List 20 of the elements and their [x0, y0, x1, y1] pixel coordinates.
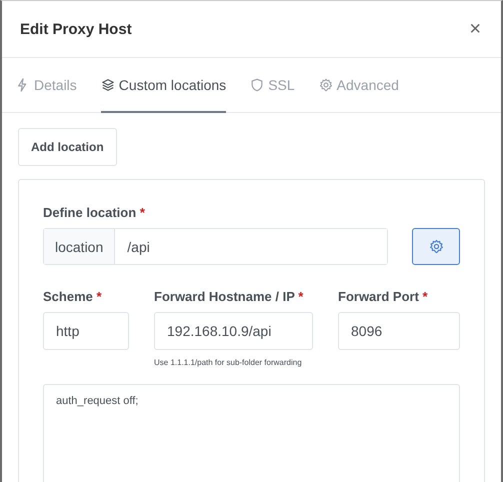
tab[interactable]: Custom locations [100, 58, 226, 113]
input-field[interactable]: http [43, 312, 129, 350]
config-textarea[interactable]: auth_request off; [43, 384, 460, 482]
field-label: Forward Hostname / IP * [154, 289, 304, 304]
field-label: Define location * [43, 205, 146, 220]
location-field[interactable]: location /api [43, 228, 388, 265]
settings-button[interactable] [412, 228, 460, 265]
input-field[interactable]: 8096 [338, 312, 460, 350]
help-text: Use 1.1.1.1/path for sub-folder forwarding [154, 358, 302, 367]
shield-icon [250, 78, 264, 92]
field-label: Scheme * [43, 289, 103, 304]
layers-icon [100, 78, 115, 92]
close-button[interactable]: × [467, 19, 483, 39]
input-prefix: location [44, 229, 116, 264]
input-field[interactable]: 192.168.10.9/api [154, 312, 313, 350]
add-location-button[interactable]: Add location [18, 128, 117, 166]
settings-icon [428, 239, 444, 254]
modal-title: Edit Proxy Host [20, 20, 132, 38]
gear-icon [318, 78, 333, 92]
field-label: Forward Port * [338, 289, 429, 304]
